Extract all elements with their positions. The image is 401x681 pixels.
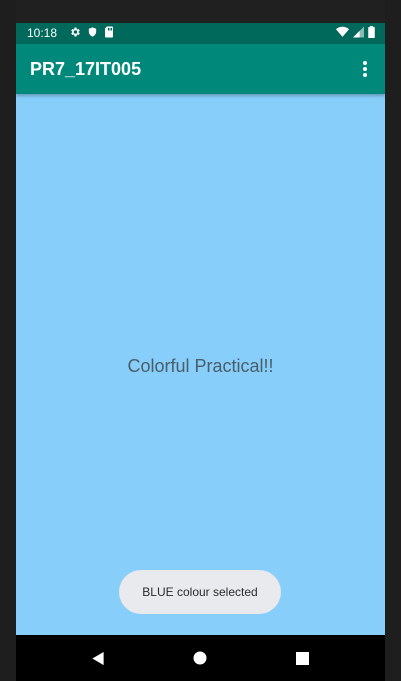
wifi-icon [336, 26, 349, 38]
settings-icon [69, 26, 81, 38]
status-icons-left [69, 26, 114, 38]
back-icon [91, 651, 105, 666]
home-icon [193, 651, 207, 665]
recents-icon [295, 651, 309, 665]
more-vert-icon [362, 60, 368, 78]
status-bar: 10:18 [16, 23, 385, 44]
status-time: 10:18 [27, 26, 58, 40]
nav-recents-button[interactable] [292, 648, 312, 668]
right-bezel [385, 0, 401, 681]
app-bar: PR7_17IT005 [16, 44, 385, 94]
toast-message: BLUE colour selected [119, 570, 281, 614]
status-icons-right [336, 26, 375, 38]
shield-icon [87, 26, 98, 38]
battery-icon [368, 26, 375, 38]
navigation-bar [16, 635, 385, 681]
phone-frame: 10:18 PR7_17IT005 Colorful Practical!! B… [0, 0, 401, 681]
nav-home-button[interactable] [190, 648, 210, 668]
main-content: Colorful Practical!! BLUE colour selecte… [16, 94, 385, 635]
top-bezel [0, 0, 401, 23]
signal-icon [353, 26, 364, 38]
sd-card-icon [104, 26, 114, 38]
screen: 10:18 PR7_17IT005 Colorful Practical!! B… [16, 23, 385, 635]
center-text: Colorful Practical!! [127, 356, 274, 376]
overflow-menu-button[interactable] [353, 56, 377, 82]
app-title: PR7_17IT005 [30, 59, 142, 79]
nav-back-button[interactable] [88, 648, 108, 668]
toast-text: BLUE colour selected [142, 585, 258, 599]
left-bezel [0, 0, 16, 681]
